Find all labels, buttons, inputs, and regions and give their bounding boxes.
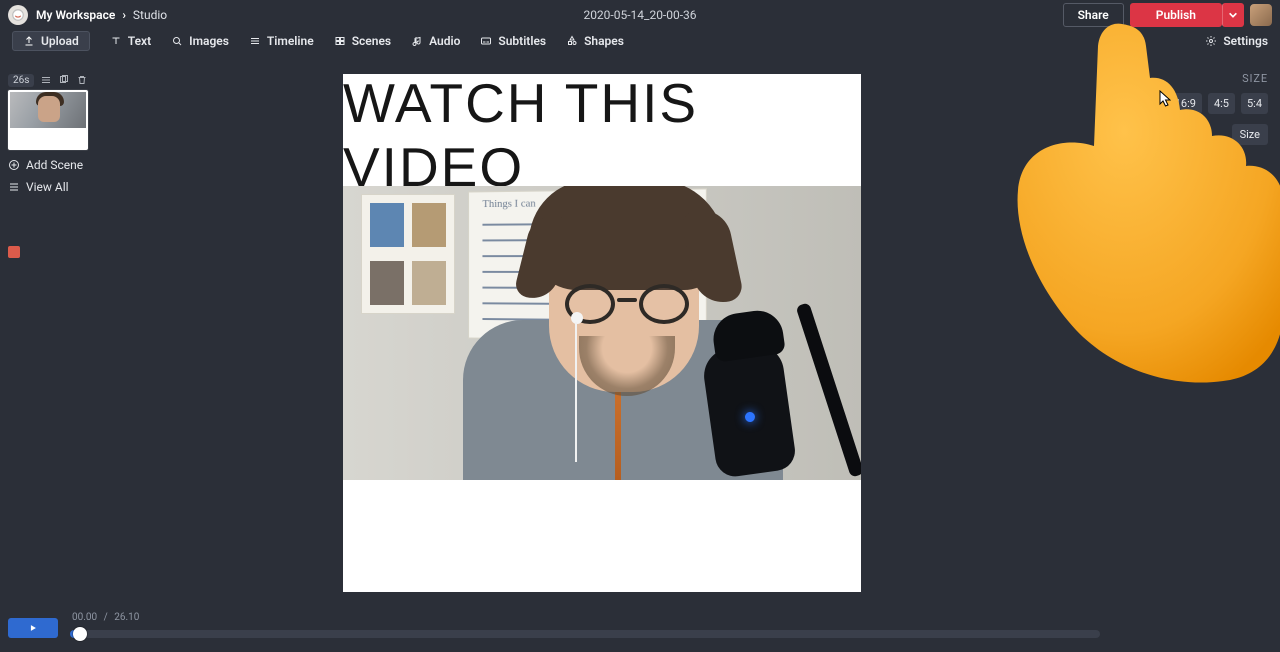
project-title[interactable]: 2020-05-14_20-00-36 [583,8,696,22]
play-button[interactable] [8,618,58,638]
toolbar-label: Upload [41,34,79,48]
breadcrumb-section[interactable]: Studio [133,8,167,22]
settings-button[interactable]: Settings [1205,34,1268,48]
subtitles-icon [480,35,492,47]
layer-label: 20 [1132,334,1146,348]
text-icon [110,35,122,47]
upload-icon [23,35,35,47]
toolbar-label: Audio [429,34,460,48]
layer-row-video[interactable]: 20 [1108,329,1268,353]
images-icon [171,35,183,47]
top-bar: My Workspace › Studio 2020-05-14_20-00-3… [0,0,1280,29]
layers-section-label: LAYERS [1108,284,1268,297]
gear-icon [1205,35,1217,47]
layer-visibility-toggle[interactable] [1258,336,1268,346]
toolbar-label: Settings [1223,34,1268,48]
upload-button[interactable]: Upload [12,31,90,51]
time-total: 26.10 [114,612,139,623]
toolbar-label: Shapes [584,34,624,48]
scene-person-hair [529,186,725,290]
breadcrumb-separator: › [122,8,126,22]
scenes-panel: 26s Add Scene View All [8,72,98,194]
aspect-ratio-option[interactable]: 16:9 [1169,93,1202,114]
layer-visibility-toggle[interactable] [1258,312,1268,322]
duplicate-icon[interactable] [58,74,70,86]
user-avatar[interactable] [1250,4,1272,26]
aspect-ratio-row: 16 16:9 4:5 5:4 [1108,93,1268,114]
text-layer-icon: A [1108,309,1124,325]
breadcrumb-workspace[interactable]: My Workspace [36,8,115,22]
toolbar-label: Subtitles [498,34,546,48]
add-scene-button[interactable]: Add Scene [8,158,98,172]
toolbar-label: Text [128,34,151,48]
aspect-ratio-option[interactable]: 4:5 [1208,93,1235,114]
scene-thumbnail[interactable] [8,90,88,150]
whiteboard-title: Things I can [482,198,535,210]
scene-duration-chip[interactable]: 26s [8,74,34,87]
timeline-tool[interactable]: Timeline [249,34,314,48]
play-icon [28,623,38,633]
toolbar-label: Images [189,34,229,48]
view-all-button[interactable]: View All [8,180,98,194]
app-logo[interactable] [8,5,28,25]
scene-poster [361,194,455,314]
timeline-knob[interactable] [73,627,87,641]
layer-row-text[interactable]: A [1108,305,1268,329]
app-logo-icon [11,8,25,22]
chevron-down-icon [1228,10,1238,20]
size-section-label: SIZE [1108,72,1268,85]
delete-icon[interactable] [76,74,88,86]
share-button[interactable]: Share [1063,3,1124,27]
scene-person-glasses [565,284,689,324]
shapes-tool[interactable]: Shapes [566,34,624,48]
toolbar: Upload Text Images Timeline Scenes Audio… [0,29,1280,53]
mouse-cursor-icon [1159,90,1171,108]
canvas[interactable]: WATCH THIS VIDEO Things I can [343,74,861,592]
top-right: Share Publish [1063,0,1272,29]
scenes-tool[interactable]: Scenes [334,34,391,48]
scene-earbud [571,312,583,324]
shapes-icon [566,35,578,47]
time-readout: 00.00 / 26.10 [72,612,139,623]
breadcrumb[interactable]: My Workspace › Studio [36,8,167,22]
subtitles-tool[interactable]: Subtitles [480,34,546,48]
publish-button[interactable]: Publish [1130,3,1222,27]
toolbar-label: Scenes [352,34,391,48]
properties-panel: SIZE 16 16:9 4:5 5:4 Size LAYERS A 20 [1108,72,1268,353]
scene-thumb-header: 26s [8,72,98,88]
size-button[interactable]: Size [1232,124,1268,145]
transport-bar: 00.00 / 26.10 [8,610,1100,646]
reorder-icon[interactable] [40,74,52,86]
publish-options-button[interactable] [1222,3,1244,27]
video-layer-icon [1108,333,1124,349]
images-tool[interactable]: Images [171,34,229,48]
toolbar-label: Timeline [267,34,314,48]
scenes-icon [334,35,346,47]
time-current: 00.00 [72,612,97,623]
view-all-label: View All [26,180,69,194]
scene-earbud-wire [575,322,577,462]
time-separator: / [104,612,108,623]
add-scene-label: Add Scene [26,158,83,172]
aspect-ratio-option[interactable]: 5:4 [1241,93,1268,114]
canvas-headline[interactable]: WATCH THIS VIDEO [343,86,861,184]
text-tool[interactable]: Text [110,34,151,48]
timeline-track[interactable] [70,630,1100,638]
audio-tool[interactable]: Audio [411,34,460,48]
record-indicator[interactable] [8,246,20,258]
list-icon [8,181,20,193]
timeline-icon [249,35,261,47]
audio-icon [411,35,423,47]
canvas-video-frame[interactable]: Things I can [343,186,861,480]
plus-circle-icon [8,159,20,171]
